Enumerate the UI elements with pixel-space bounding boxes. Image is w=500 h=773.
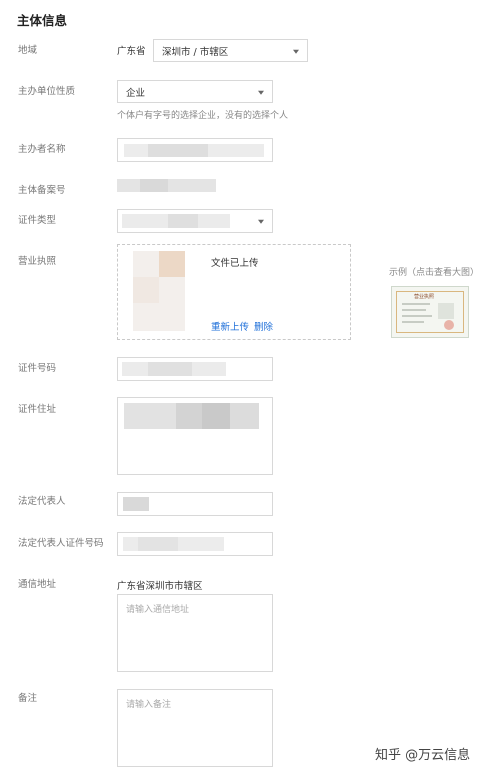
redacted-value <box>138 537 178 551</box>
redacted-value <box>123 497 149 511</box>
sponsor-name-input[interactable] <box>117 138 273 162</box>
province-text: 广东省 <box>117 46 146 57</box>
chevron-down-icon <box>293 49 299 54</box>
unit-nature-select[interactable]: 企业 <box>117 80 273 103</box>
legal-rep-id-label: 法定代表人证件号码 <box>18 538 104 549</box>
reupload-link[interactable]: 重新上传 <box>211 319 249 333</box>
chevron-down-icon <box>258 219 264 224</box>
unit-nature-hint: 个体户有字号的选择企业，没有的选择个人 <box>117 111 289 121</box>
watermark: 知乎 @万云信息 <box>375 748 471 763</box>
cert-address-textarea[interactable] <box>117 397 273 475</box>
qr-code-icon <box>438 303 454 319</box>
legal-rep-id-input[interactable] <box>117 532 273 556</box>
redacted-value <box>148 144 208 157</box>
text-line <box>402 309 426 311</box>
text-line <box>402 315 432 317</box>
example-cert-title: 营业执照 <box>414 294 435 300</box>
mail-address-label: 通信地址 <box>18 579 57 590</box>
remark-label: 备注 <box>18 693 38 704</box>
city-district-value: 深圳市 / 市辖区 <box>162 46 229 58</box>
text-line <box>402 321 424 323</box>
section-title: 主体信息 <box>17 13 68 28</box>
mail-address-prefix: 广东省深圳市市辖区 <box>117 581 203 592</box>
legal-rep-label: 法定代表人 <box>18 496 66 507</box>
cert-number-label: 证件号码 <box>18 363 57 374</box>
redacted-value <box>176 403 202 429</box>
mail-address-placeholder: 请输入通信地址 <box>126 605 190 615</box>
cert-address-label: 证件住址 <box>18 404 57 415</box>
redacted-record-no <box>140 179 168 192</box>
cert-type-label: 证件类型 <box>18 215 57 226</box>
delete-link[interactable]: 删除 <box>254 319 273 333</box>
legal-rep-input[interactable] <box>117 492 273 516</box>
chevron-down-icon <box>258 90 264 95</box>
remark-textarea[interactable]: 请输入备注 <box>117 689 273 767</box>
cert-number-input[interactable] <box>117 357 273 381</box>
mail-address-textarea[interactable]: 请输入通信地址 <box>117 594 273 672</box>
text-line <box>402 303 430 305</box>
cert-type-select[interactable] <box>117 209 273 233</box>
upload-status: 文件已上传 <box>211 258 259 269</box>
stamp-icon <box>444 320 454 330</box>
license-thumbnail <box>159 251 185 277</box>
unit-nature-label: 主办单位性质 <box>18 86 76 97</box>
license-upload-area[interactable]: 文件已上传 重新上传 删除 <box>117 244 351 340</box>
record-no-label: 主体备案号 <box>18 185 66 196</box>
region-label: 地域 <box>18 45 38 56</box>
sponsor-name-label: 主办者名称 <box>18 144 66 155</box>
example-label[interactable]: 示例（点击查看大图） <box>389 265 479 278</box>
redacted-value <box>230 403 259 429</box>
redacted-value <box>168 214 198 228</box>
business-license-label: 营业执照 <box>18 256 57 267</box>
remark-placeholder: 请输入备注 <box>126 700 172 710</box>
license-thumbnail <box>133 277 159 303</box>
unit-nature-value: 企业 <box>126 87 146 99</box>
city-district-select[interactable]: 深圳市 / 市辖区 <box>153 39 308 62</box>
redacted-value <box>202 403 230 429</box>
license-example-image[interactable]: 营业执照 <box>391 286 469 338</box>
redacted-value <box>148 362 192 376</box>
